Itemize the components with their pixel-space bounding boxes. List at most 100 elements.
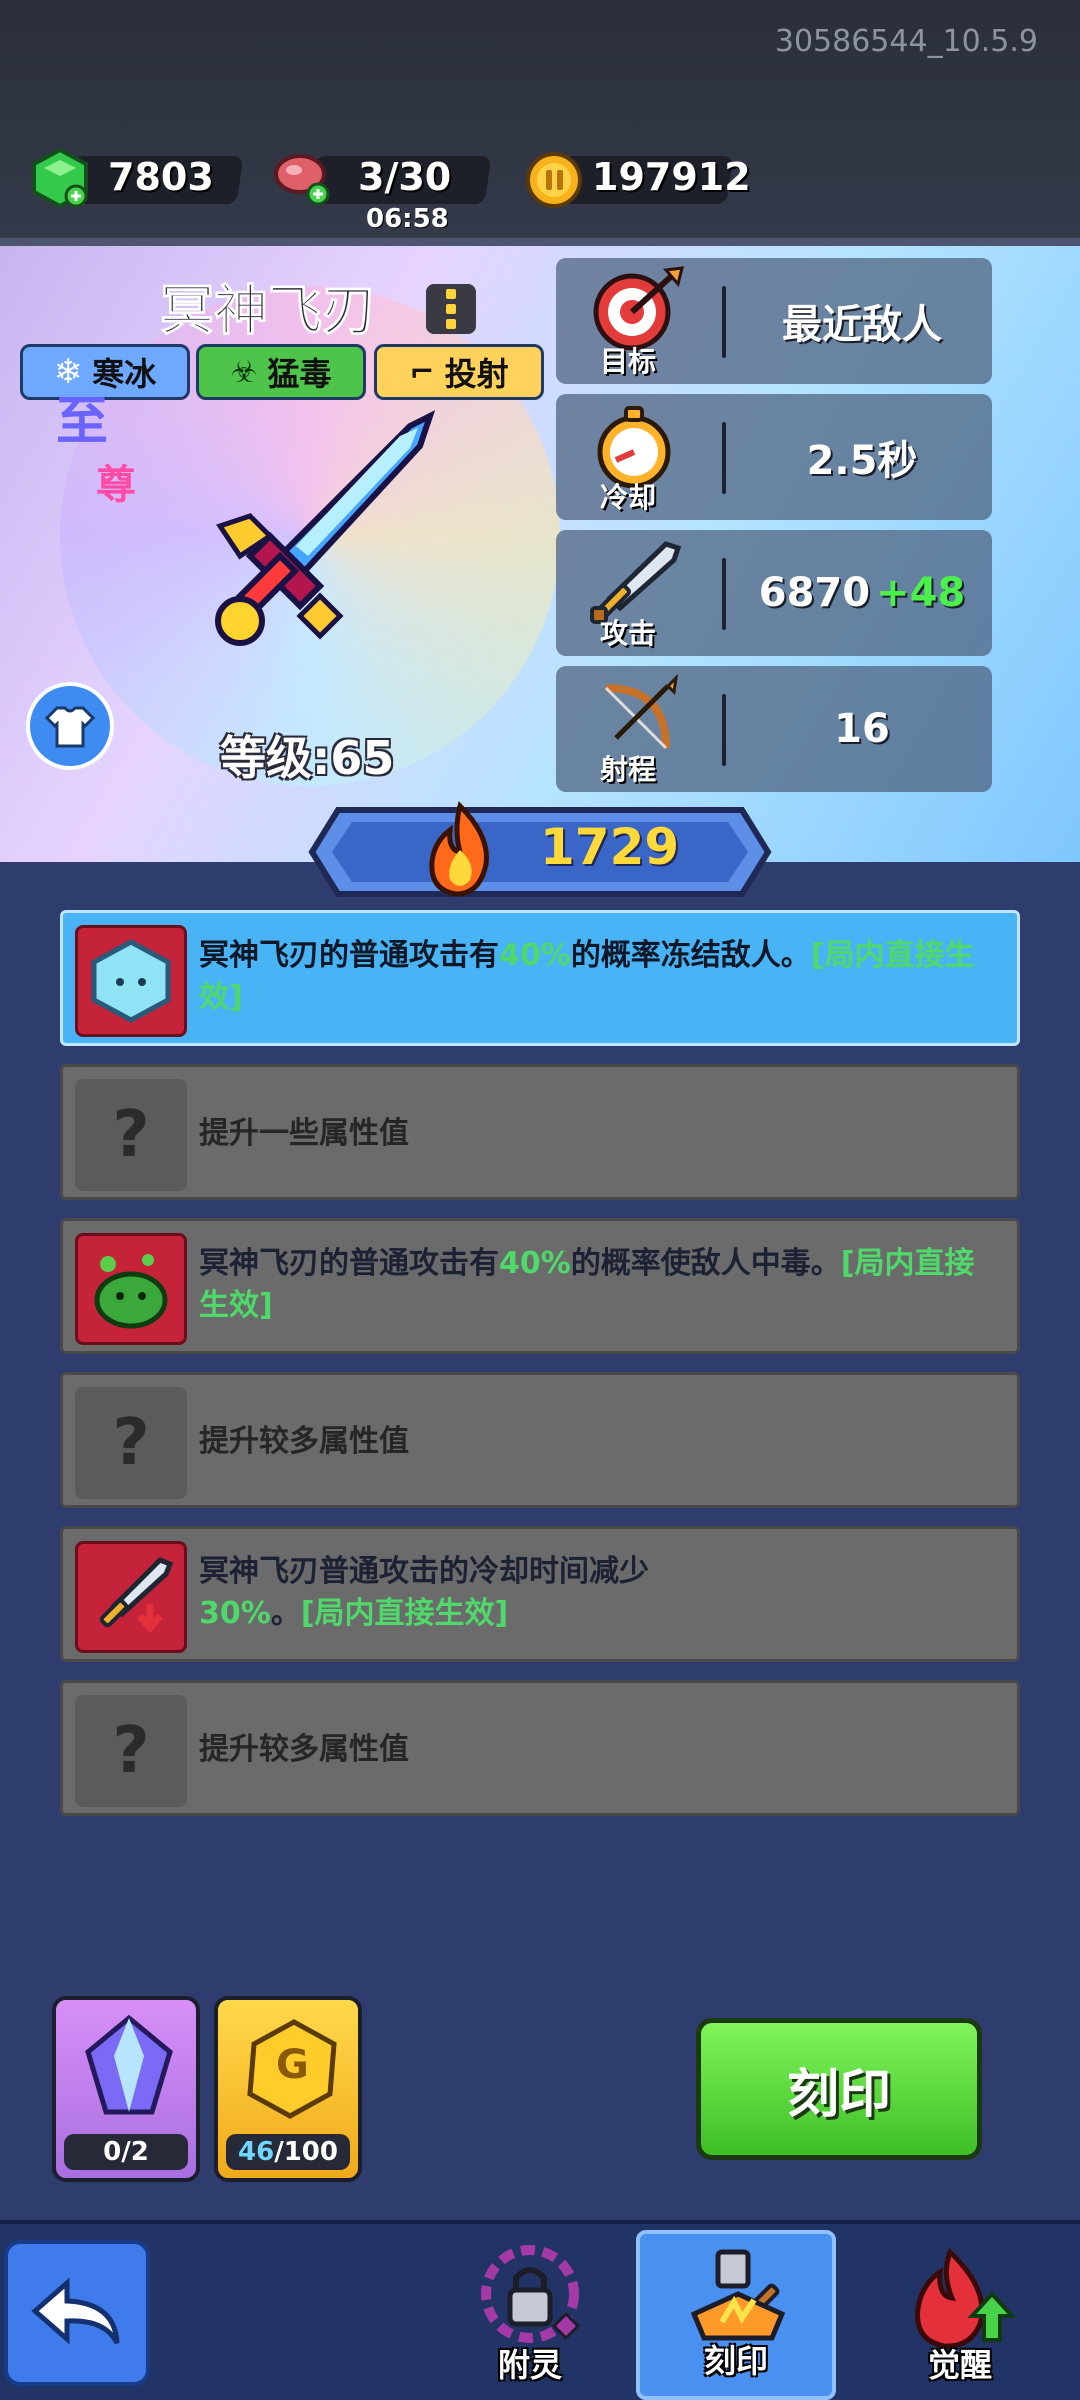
weapon-hero-panel: 冥神飞刃 ❄ 寒冰 ☣ 猛毒 ⌐ 投射 至 尊 等级:65 目标 最近敌人 冷却…: [0, 246, 1080, 862]
perk-locked-2-text: 提升较多属性值: [199, 1424, 409, 1459]
stat-attack-value: 6870 +48: [732, 530, 992, 656]
awaken-flame-icon: [915, 2247, 1017, 2349]
perk-poison-icon-box: [75, 1233, 187, 1345]
gold-material-slot[interactable]: G 46/100: [214, 1996, 362, 2182]
stat-range-value: 16: [732, 666, 992, 792]
gem-icon: [32, 147, 88, 209]
gems-count: 7803: [108, 155, 214, 199]
gold-count: 46/100: [226, 2134, 350, 2170]
stat-cooldown-value-text: 2.5秒: [806, 438, 918, 484]
build-id: 30586544_10.5.9: [774, 24, 1038, 59]
gold-ore-letter: G: [276, 2042, 309, 2088]
perk-cooldown-icon-box: [75, 1541, 187, 1653]
perk-locked-3[interactable]: ? 提升较多属性值: [60, 1680, 1020, 1816]
perk-effect-note: [局内直接生效]: [300, 1596, 509, 1631]
crystal-total: /2: [121, 2137, 149, 2167]
perk-text-part: 的概率使敌人中毒。: [570, 1246, 841, 1281]
crystal-count: 0/2: [64, 2134, 188, 2170]
perk-locked-2[interactable]: ? 提升较多属性值: [60, 1372, 1020, 1508]
perk-chance: 30%: [199, 1596, 271, 1631]
perk-cooldown-text: 冥神飞刃普通攻击的冷却时间减少 30%。[局内直接生效]: [199, 1551, 999, 1635]
perk-locked-1-text: 提升一些属性值: [199, 1116, 409, 1151]
gold-total: /100: [274, 2137, 338, 2167]
shirt-icon: [45, 706, 95, 748]
stat-attack-bonus: +48: [876, 570, 966, 616]
back-button[interactable]: [4, 2240, 150, 2386]
tag-poison-label: 猛毒: [267, 355, 332, 393]
perk-locked-1[interactable]: ? 提升一些属性值: [60, 1064, 1020, 1200]
weapon-name: 冥神飞刃: [160, 279, 377, 343]
tag-ice-label: 寒冰: [92, 355, 157, 393]
rank-badge-top: 至: [56, 392, 109, 452]
perk-text-part: 。: [270, 1596, 301, 1631]
enchant-lock-icon: [481, 2245, 581, 2343]
nav-awaken[interactable]: 觉醒: [860, 2230, 1060, 2400]
crystal-current: 0: [103, 2137, 122, 2167]
nav-awaken-label: 觉醒: [927, 2346, 992, 2384]
perk-cooldown[interactable]: 冥神飞刃普通攻击的冷却时间减少 30%。[局内直接生效]: [60, 1526, 1020, 1662]
perk-chance: 40%: [499, 1246, 571, 1281]
back-arrow-icon: [31, 2277, 120, 2345]
nav-engrave-label: 刻印: [703, 2342, 768, 2380]
perk-text-part: 冥神飞刃普通攻击的冷却时间减少: [199, 1554, 649, 1589]
top-divider: [0, 238, 1080, 246]
ice-cube-icon: [91, 939, 171, 1023]
power-value: 1729: [540, 818, 680, 876]
meat-icon: [274, 154, 330, 206]
perk-chance: 40%: [499, 938, 571, 973]
stat-target-value: 最近敌人: [732, 258, 992, 384]
coin-icon: [526, 152, 582, 208]
skin-button[interactable]: [26, 682, 114, 770]
stat-separator: [722, 694, 726, 766]
stat-cooldown: 冷却 2.5秒: [556, 394, 992, 520]
question-mark-icon: ?: [112, 1098, 150, 1172]
engrave-button[interactable]: 刻印: [696, 2018, 982, 2160]
stat-range: 射程 16: [556, 666, 992, 792]
perk-poison-text: 冥神飞刃的普通攻击有40%的概率使敌人中毒。[局内直接生效]: [199, 1243, 999, 1327]
weapon-menu-icon[interactable]: [426, 284, 476, 334]
perk-poison[interactable]: 冥神飞刃的普通攻击有40%的概率使敌人中毒。[局内直接生效]: [60, 1218, 1020, 1354]
perk-text-part: 冥神飞刃的普通攻击有: [199, 1246, 499, 1281]
stat-target-label: 目标: [600, 345, 657, 378]
weapon-blade-image: [215, 410, 436, 646]
nav-engrave[interactable]: 刻印: [636, 2230, 836, 2400]
stat-target-value-text: 最近敌人: [782, 302, 942, 348]
gold-current: 46: [238, 2137, 275, 2167]
sword-down-icon: [99, 1557, 174, 1634]
poison-icon: ☣: [230, 354, 258, 390]
perk-locked-3-text: 提升较多属性值: [199, 1732, 409, 1767]
tag-poison[interactable]: ☣ 猛毒: [196, 344, 366, 400]
stat-range-label: 射程: [600, 753, 657, 786]
tag-throw[interactable]: ⌐ 投射: [374, 344, 544, 400]
nav-enchant[interactable]: 附灵: [430, 2230, 630, 2400]
top-bar: 30586544_10.5.9 7803 3/30 06:58 197912: [0, 0, 1080, 240]
bottom-nav: 附灵 刻印 觉醒: [0, 2220, 1080, 2400]
fire-icon: [429, 801, 489, 897]
stat-attack-value-text: 6870: [758, 570, 871, 616]
rank-badge-bottom: 尊: [96, 462, 136, 508]
unknown-perk-icon: ?: [75, 1079, 187, 1191]
tag-throw-label: 投射: [444, 355, 509, 393]
stat-range-value-text: 16: [834, 706, 890, 752]
perk-freeze-text: 冥神飞刃的普通攻击有40%的概率冻结敌人。[局内直接生效]: [199, 935, 999, 1019]
perk-freeze-icon-box: [75, 925, 187, 1037]
unknown-perk-icon: ?: [75, 1387, 187, 1499]
unknown-perk-icon: ?: [75, 1695, 187, 1807]
crystal-slot[interactable]: 0/2: [52, 1996, 200, 2182]
perk-text-part: 冥神飞刃的普通攻击有: [199, 938, 499, 973]
poison-slime-icon: [94, 1254, 168, 1329]
stat-target: 目标 最近敌人: [556, 258, 992, 384]
crystal-icon: [85, 2014, 173, 2115]
energy-timer: 06:58: [366, 204, 449, 234]
stat-separator: [722, 422, 726, 494]
stat-attack: 攻击 6870 +48: [556, 530, 992, 656]
perk-text-part: 的概率冻结敌人。: [570, 938, 811, 973]
stat-separator: [722, 558, 726, 630]
snowflake-icon: ❄: [53, 352, 83, 392]
stat-cooldown-label: 冷却: [600, 481, 657, 514]
perk-freeze[interactable]: 冥神飞刃的普通攻击有40%的概率冻结敌人。[局内直接生效]: [60, 910, 1020, 1046]
coins-count: 197912: [592, 155, 751, 199]
question-mark-icon: ?: [112, 1714, 150, 1788]
boomerang-icon: ⌐: [409, 354, 435, 390]
stat-separator: [722, 286, 726, 358]
